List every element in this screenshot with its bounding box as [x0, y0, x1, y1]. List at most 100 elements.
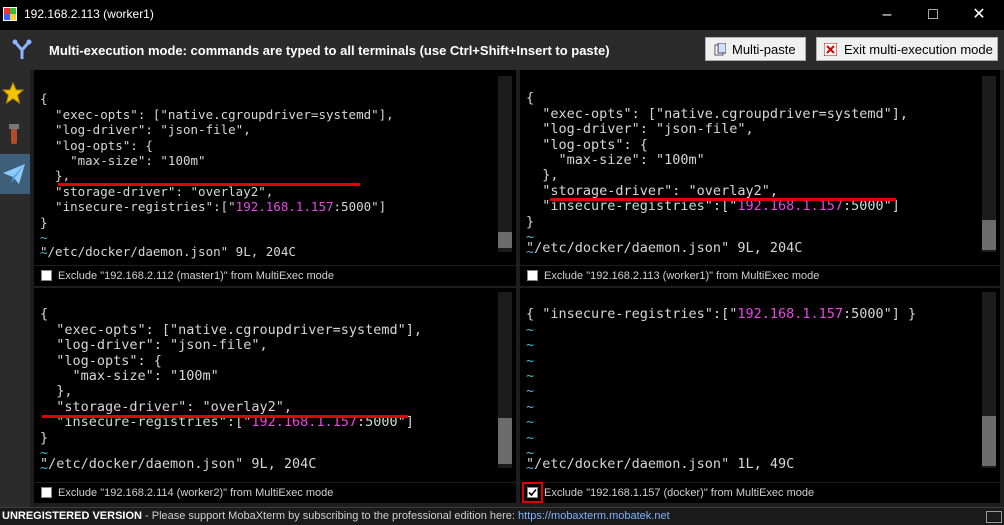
vim-status-line: "/etc/docker/daemon.json" 1L, 49C	[526, 456, 795, 472]
term-line: "storage-driver": "overlay2",	[40, 183, 274, 199]
vim-status-line: "/etc/docker/daemon.json" 9L, 204C	[40, 244, 296, 259]
vim-status-line: "/etc/docker/daemon.json" 9L, 204C	[40, 456, 317, 472]
maximize-button[interactable]: □	[910, 0, 956, 30]
term-line: },	[40, 383, 73, 400]
red-box-annotation	[522, 482, 543, 503]
tilde-line: ~	[526, 414, 535, 431]
term-line: {	[40, 306, 49, 323]
resize-grip-icon[interactable]	[986, 511, 1002, 523]
multi-paste-button[interactable]: Multi-paste	[705, 37, 806, 61]
exclude-row-master1[interactable]: Exclude "192.168.2.112 (master1)" from M…	[34, 266, 516, 286]
exit-x-icon	[824, 43, 837, 56]
term-line: },	[526, 167, 559, 184]
reg-tail: :5000"]	[333, 199, 387, 215]
terminal-pane-docker[interactable]: { "insecure-registries":["192.168.1.157:…	[520, 288, 1000, 482]
term-line: "max-size": "100m"	[526, 152, 705, 169]
tilde-line: ~	[40, 261, 394, 265]
tilde-line: ~	[526, 352, 535, 369]
terminal-pane-worker1[interactable]: { "exec-opts": ["native.cgroupdriver=sys…	[520, 70, 1000, 265]
term-line: }	[40, 214, 48, 230]
status-content: UNREGISTERED VERSION - Please support Mo…	[2, 508, 670, 525]
term-line: {	[40, 91, 48, 107]
vim-status-line: "/etc/docker/daemon.json" 9L, 204C	[526, 240, 803, 256]
scrollbar[interactable]	[498, 292, 512, 468]
mobatek-link[interactable]: https://mobaxterm.mobatek.net	[518, 510, 670, 522]
terminal-text: { "exec-opts": ["native.cgroupdriver=sys…	[40, 292, 422, 482]
sidebar-tools[interactable]	[0, 114, 30, 154]
unregistered-label: UNREGISTERED VERSION	[2, 510, 142, 522]
scrollbar[interactable]	[982, 292, 996, 468]
term-line: "storage-driver": "overlay2",	[40, 398, 292, 415]
reg-key: "insecure-registries":["	[40, 199, 236, 215]
term-line: "log-opts": {	[40, 352, 162, 369]
terminal-pane-worker2[interactable]: { "exec-opts": ["native.cgroupdriver=sys…	[34, 288, 516, 482]
title-bar: 192.168.2.113 (worker1) – □ ✕	[0, 0, 1004, 30]
multi-paste-label: Multi-paste	[732, 42, 796, 57]
term-line: {	[526, 90, 535, 107]
term-line: "exec-opts": ["native.cgroupdriver=syste…	[40, 321, 423, 338]
terminal-text: { "exec-opts": ["native.cgroupdriver=sys…	[526, 76, 908, 265]
term-line: "log-opts": {	[526, 136, 648, 153]
term-line-registries: "insecure-registries":["192.168.1.157:50…	[526, 199, 908, 214]
tilde-line: ~	[526, 398, 535, 415]
multiexec-message: Multi-execution mode: commands are typed…	[49, 43, 610, 58]
exclude-label: Exclude "192.168.1.157 (docker)" from Mu…	[544, 487, 815, 499]
reg-tail: :5000"] }	[843, 306, 917, 323]
exclude-label: Exclude "192.168.2.112 (master1)" from M…	[58, 270, 335, 282]
term-line: "log-driver": "json-file",	[526, 121, 754, 138]
exclude-row-docker[interactable]: Exclude "192.168.1.157 (docker)" from Mu…	[520, 482, 1000, 503]
red-underline-annotation	[42, 415, 408, 418]
term-line: "log-driver": "json-file",	[40, 337, 268, 354]
close-button[interactable]: ✕	[956, 0, 1002, 30]
term-line: }	[40, 429, 49, 446]
term-line: "max-size": "100m"	[40, 368, 219, 385]
term-line: "storage-driver": "overlay2",	[526, 182, 778, 199]
reg-ip: 192.168.1.157	[235, 199, 334, 215]
star-icon	[2, 82, 24, 104]
support-message: - Please support MobaXterm by subscribin…	[141, 510, 519, 522]
term-line: },	[40, 168, 71, 184]
reg-key: { "insecure-registries":["	[526, 306, 738, 323]
tilde-line: ~	[526, 337, 535, 354]
sidebar-favorites[interactable]	[0, 74, 30, 114]
exclude-label: Exclude "192.168.2.113 (worker1)" from M…	[544, 270, 820, 282]
exclude-row-worker1[interactable]: Exclude "192.168.2.113 (worker1)" from M…	[520, 266, 1000, 286]
sidebar-send[interactable]	[0, 154, 30, 194]
scrollbar-thumb[interactable]	[498, 232, 512, 248]
exclude-checkbox[interactable]	[41, 487, 52, 498]
scrollbar[interactable]	[498, 76, 512, 252]
term-line: }	[526, 213, 535, 230]
terminal-pane-master1[interactable]: { "exec-opts": ["native.cgroupdriver=sys…	[34, 70, 516, 265]
tools-icon	[9, 124, 19, 144]
tilde-line: ~	[526, 429, 535, 446]
minimize-button[interactable]: –	[864, 0, 910, 30]
window-title: 192.168.2.113 (worker1)	[24, 7, 154, 21]
tilde-line: ~	[526, 368, 535, 385]
scrollbar-thumb[interactable]	[982, 416, 996, 466]
exclude-checkbox[interactable]	[527, 270, 538, 281]
status-bar: UNREGISTERED VERSION - Please support Mo…	[0, 507, 1004, 525]
scrollbar-thumb[interactable]	[498, 418, 512, 464]
tilde-line: ~	[526, 383, 535, 400]
scrollbar[interactable]	[982, 76, 996, 252]
term-line: "exec-opts": ["native.cgroupdriver=syste…	[526, 105, 909, 122]
term-line-registries: { "insecure-registries":["192.168.1.157:…	[526, 307, 916, 322]
term-line: "exec-opts": ["native.cgroupdriver=syste…	[40, 106, 394, 122]
left-sidebar	[0, 70, 30, 510]
term-line-registries: "insecure-registries":["192.168.1.157:50…	[40, 199, 394, 214]
red-underline-annotation	[550, 198, 896, 201]
scrollbar-thumb[interactable]	[982, 220, 996, 250]
terminal-text: { "exec-opts": ["native.cgroupdriver=sys…	[40, 76, 394, 265]
exclude-row-worker2[interactable]: Exclude "192.168.2.114 (worker2)" from M…	[34, 483, 516, 503]
paper-plane-icon	[3, 164, 25, 184]
tilde-line: ~	[526, 321, 535, 338]
exit-multiexec-label: Exit multi-execution mode	[844, 42, 993, 57]
app-icon	[3, 7, 17, 21]
term-line: "max-size": "100m"	[40, 153, 206, 169]
exit-multiexec-button[interactable]: Exit multi-execution mode	[816, 37, 998, 61]
exclude-label: Exclude "192.168.2.114 (worker2)" from M…	[58, 487, 334, 499]
red-underline-annotation	[58, 183, 360, 186]
multiexec-fork-icon	[12, 39, 32, 59]
term-line: "log-opts": {	[40, 137, 153, 153]
exclude-checkbox[interactable]	[41, 270, 52, 281]
